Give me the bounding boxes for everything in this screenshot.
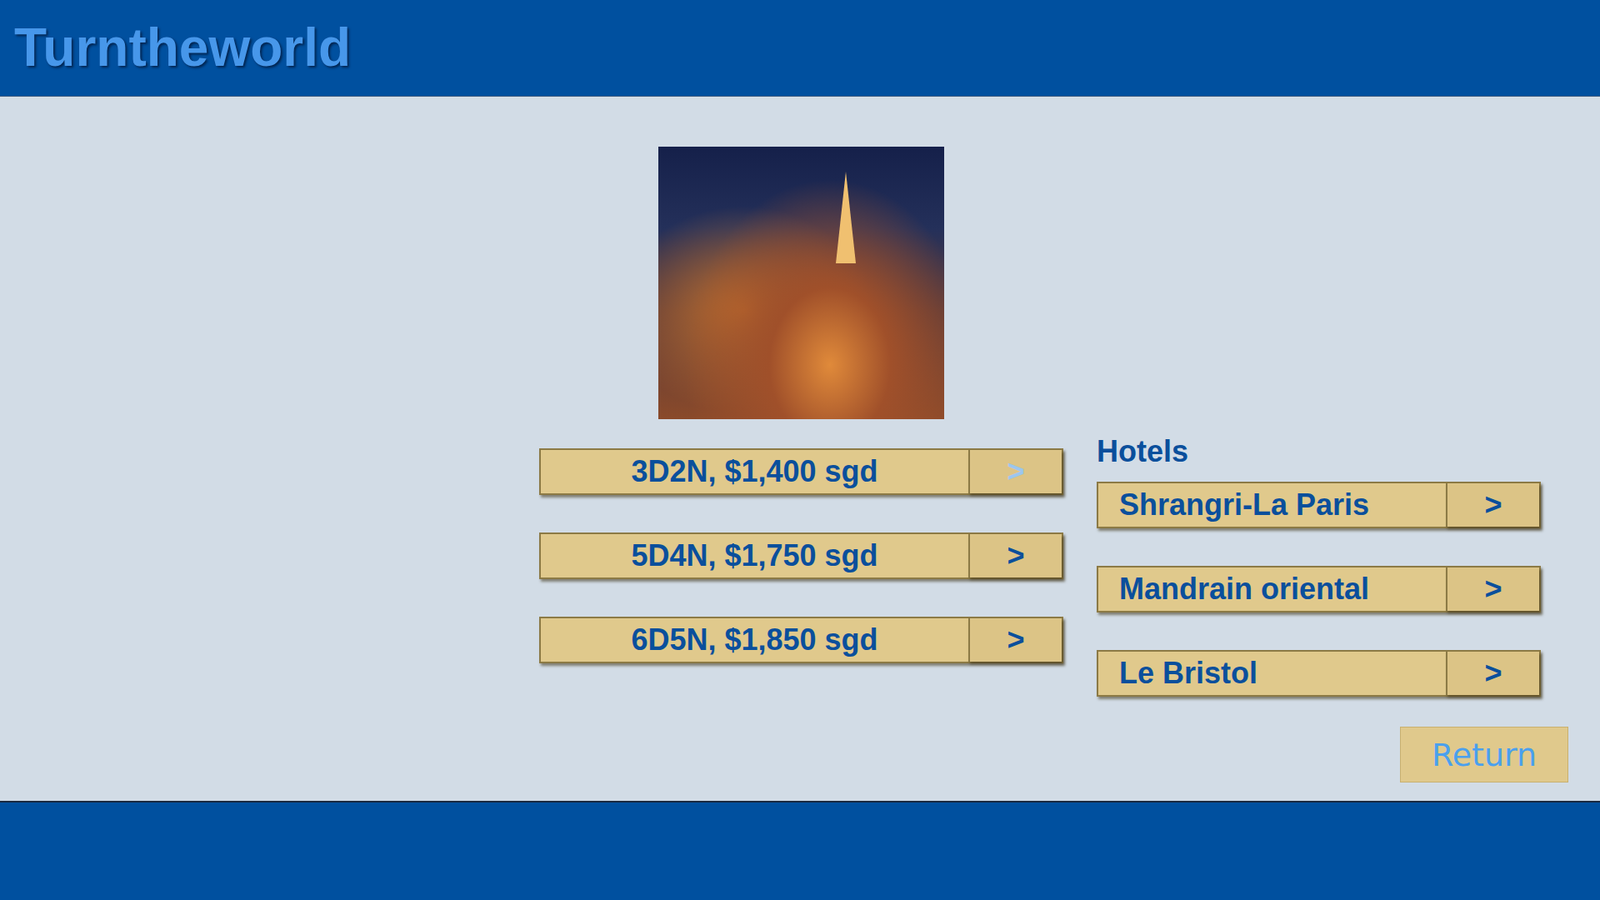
tower-icon — [835, 171, 856, 264]
header-bar: Turntheworld — [0, 0, 1600, 97]
arrow-icon[interactable]: > — [1445, 651, 1540, 695]
hotels-heading: Hotels — [1096, 435, 1541, 469]
arrow-icon[interactable]: > — [968, 450, 1062, 494]
site-title[interactable]: Turntheworld — [14, 18, 351, 77]
hotel-label: Mandrain oriental — [1098, 567, 1446, 611]
hotel-label: Shrangri-La Paris — [1098, 483, 1446, 527]
hotel-label: Le Bristol — [1098, 651, 1446, 695]
arrow-icon[interactable]: > — [968, 618, 1062, 662]
arrow-icon[interactable]: > — [1445, 483, 1540, 527]
return-row: Return — [0, 726, 1600, 783]
main-content: 3D2N, $1,400 sgd>5D4N, $1,750 sgd>6D5N, … — [0, 96, 1600, 801]
package-button[interactable]: 5D4N, $1,750 sgd> — [539, 532, 1064, 580]
package-list: 3D2N, $1,400 sgd>5D4N, $1,750 sgd>6D5N, … — [539, 435, 1064, 697]
package-label: 5D4N, $1,750 sgd — [540, 534, 969, 578]
package-label: 6D5N, $1,850 sgd — [540, 618, 969, 662]
return-button[interactable]: Return — [1400, 726, 1569, 783]
hotel-button[interactable]: Shrangri-La Paris> — [1096, 481, 1541, 529]
hotel-list: HotelsShrangri-La Paris>Mandrain orienta… — [1096, 435, 1541, 697]
hotel-button[interactable]: Le Bristol> — [1096, 650, 1541, 697]
hotel-button[interactable]: Mandrain oriental> — [1096, 565, 1541, 613]
options-area: 3D2N, $1,400 sgd>5D4N, $1,750 sgd>6D5N, … — [539, 435, 1600, 697]
arrow-icon[interactable]: > — [1445, 567, 1540, 611]
footer-bar — [0, 800, 1600, 900]
city-photo — [658, 146, 945, 420]
arrow-icon[interactable]: > — [968, 534, 1062, 578]
page: Turntheworld3D2N, $1,400 sgd>5D4N, $1,75… — [0, 0, 1600, 900]
package-label: 3D2N, $1,400 sgd — [540, 450, 969, 494]
package-button[interactable]: 6D5N, $1,850 sgd> — [539, 616, 1064, 664]
package-button[interactable]: 3D2N, $1,400 sgd> — [539, 448, 1064, 495]
